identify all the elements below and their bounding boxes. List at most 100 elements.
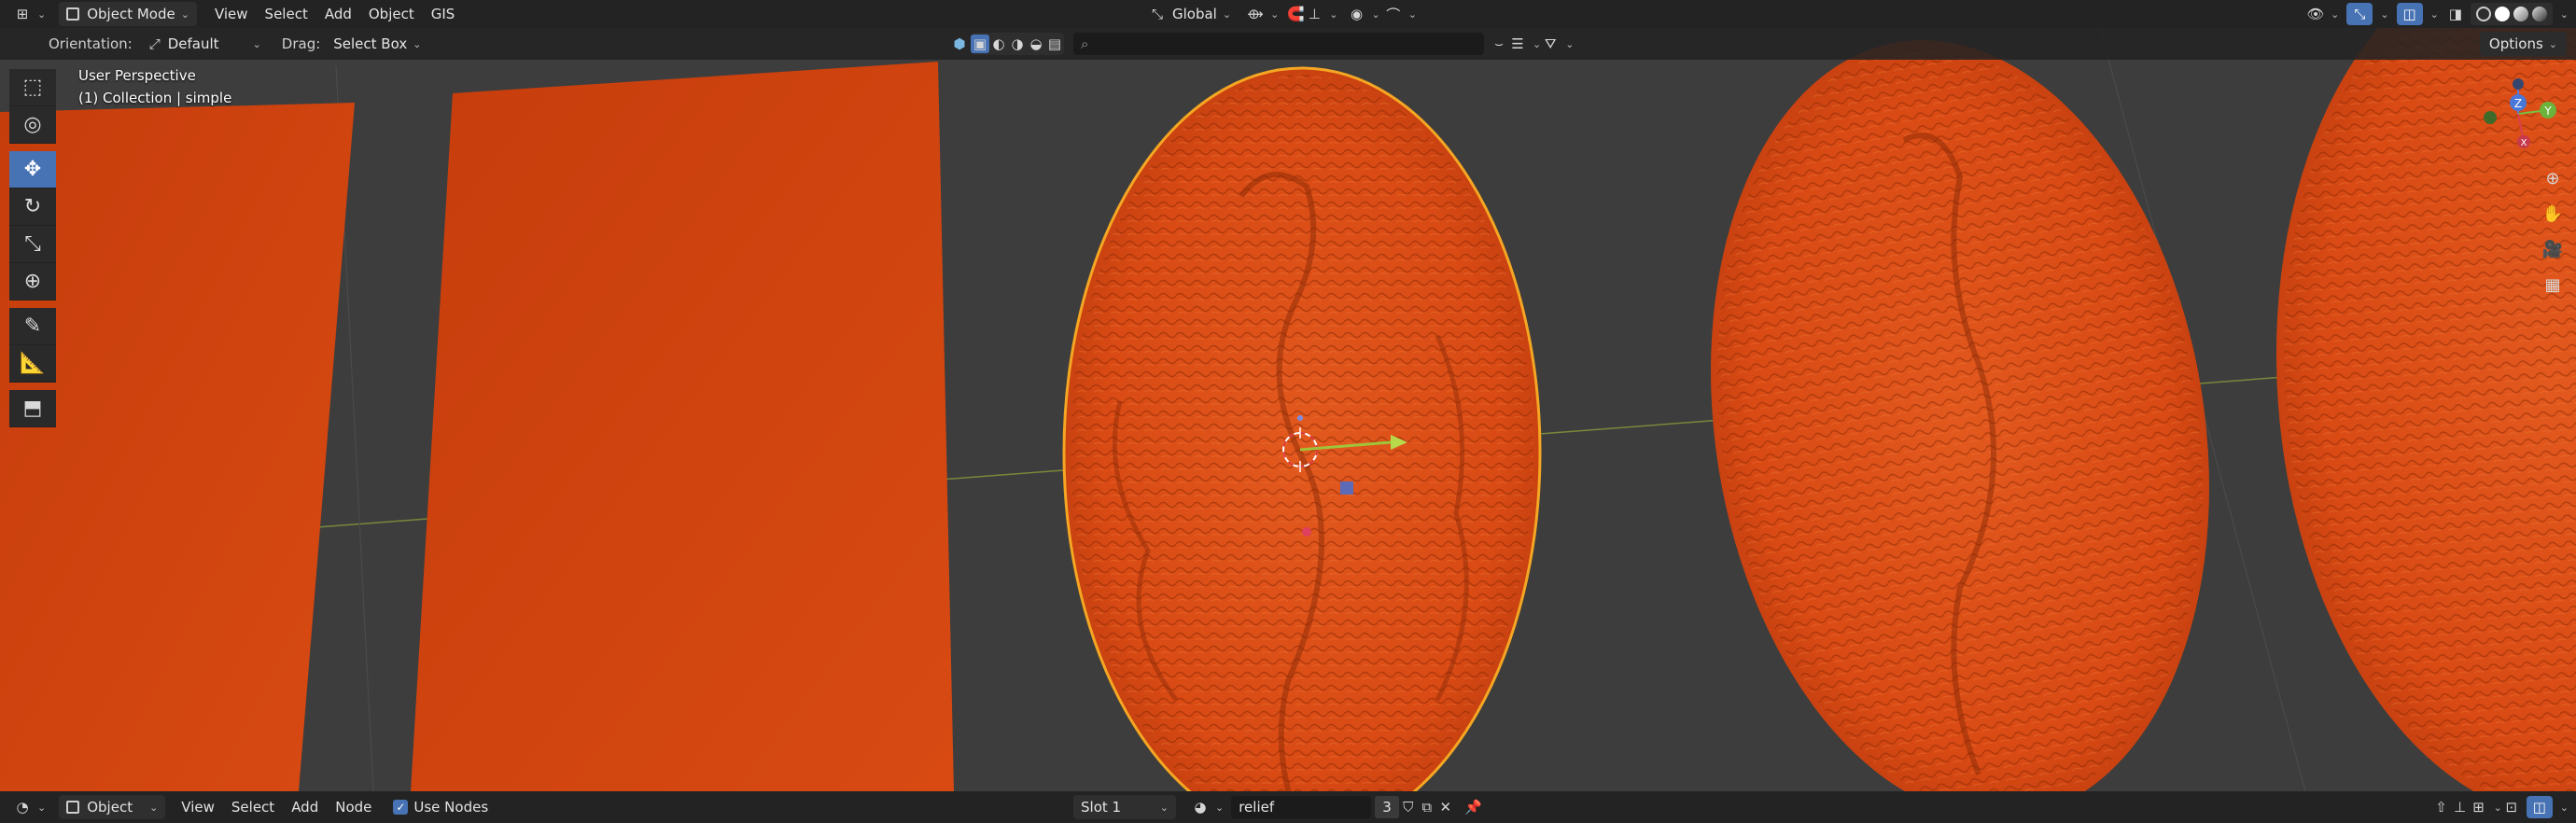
search-icon: ⌕ — [1081, 35, 1089, 52]
mode-dropdown[interactable]: Object Mode ⌄ — [59, 2, 197, 26]
gizmo-icon: ⤡ — [2354, 6, 2366, 22]
move-icon: ✥ — [23, 158, 42, 181]
cursor-icon: ◎ — [23, 113, 42, 136]
relief-medallion-selected[interactable] — [1062, 66, 1542, 791]
solid-shading-icon[interactable] — [2494, 7, 2510, 21]
menu-view[interactable]: View — [206, 2, 257, 26]
move-tool[interactable]: ✥ — [9, 151, 56, 188]
checkmark-icon: ✓ — [393, 800, 409, 815]
measure-tool[interactable]: 📐 — [9, 345, 56, 383]
navigation-gizmo[interactable]: Z Y X — [2462, 65, 2565, 159]
chevron-down-icon: ⌄ — [1533, 37, 1542, 50]
filter-icon[interactable]: ⛛ — [1541, 35, 1560, 53]
active-collection-label: (1) Collection | simple — [78, 90, 232, 106]
zoom-view-button[interactable]: ⊕ — [2539, 164, 2567, 192]
camera-view-button[interactable]: 🎥 — [2539, 235, 2567, 263]
select-box-icon: ⬚ — [22, 76, 43, 99]
menu-object[interactable]: Object — [360, 2, 423, 26]
overlays-toggle[interactable]: ◫ — [2396, 3, 2423, 25]
search-input[interactable]: ⌕ — [1073, 33, 1484, 55]
editor-type-button[interactable]: ⊞ ⌄ — [6, 2, 53, 26]
bottom-editor-type-button[interactable]: ◔ ⌄ — [6, 795, 53, 819]
shader-type-dropdown[interactable]: Object ⌄ — [59, 795, 166, 819]
cursor-tool[interactable]: ◎ — [9, 106, 56, 144]
bottom-menu-select[interactable]: Select — [223, 795, 283, 819]
material-name-field[interactable]: relief — [1231, 796, 1372, 818]
sort-icon[interactable]: ☰ — [1508, 35, 1527, 53]
snapping-icon[interactable]: ⊥ — [2451, 798, 2470, 816]
menu-gis[interactable]: GIS — [423, 2, 464, 26]
hand-icon: ✋ — [2541, 203, 2564, 224]
drag-value: Select Box — [333, 35, 408, 52]
menu-add[interactable]: Add — [316, 2, 360, 26]
tool-settings-bar: Orientation: ⤢ Default ⌄ Drag: Select Bo… — [0, 28, 2576, 60]
select-box-tool[interactable]: ⬚ — [9, 69, 56, 106]
annotate-tool[interactable]: ✎ — [9, 308, 56, 345]
orientation-dropdown[interactable]: ⤢ Default ⌄ — [138, 33, 269, 55]
transform-tool[interactable]: ⊕ — [9, 263, 56, 300]
parent-node-icon[interactable]: ⇧ — [2432, 798, 2451, 816]
material-shading-icon[interactable] — [2513, 7, 2528, 21]
zoom-icon: ⊕ — [2545, 168, 2560, 188]
preview-icon[interactable]: ⊡ — [2502, 798, 2521, 816]
chevron-down-icon: ⌄ — [252, 37, 261, 50]
close-icon[interactable]: ✕ — [1436, 798, 1455, 816]
mode-label: Object Mode — [87, 6, 175, 22]
duplicate-material-icon[interactable]: ⧉ — [1418, 798, 1436, 816]
shader-type-value: Object — [87, 799, 133, 816]
3d-viewport[interactable]: User Perspective (1) Collection | simple… — [0, 28, 2576, 791]
rotate-tool[interactable]: ↻ — [9, 188, 56, 226]
add-cube-tool[interactable]: ⬒ — [9, 390, 56, 427]
user-count[interactable]: 3 — [1375, 796, 1399, 818]
pivot-point-dropdown[interactable]: ⟴ ⌄ — [1239, 2, 1286, 26]
bottom-menu-node[interactable]: Node — [327, 795, 380, 819]
transform-orientation-dropdown[interactable]: ⤡ Global ⌄ — [1141, 2, 1239, 26]
fake-user-icon[interactable]: ⛉ — [1399, 798, 1418, 816]
select-mode-icon[interactable]: ▣ — [971, 35, 989, 53]
toggle-ortho-button[interactable]: ▦ — [2539, 271, 2567, 299]
xray-icon[interactable]: ◨ — [2446, 5, 2465, 23]
falloff-icon[interactable]: ⌒ — [1384, 5, 1403, 23]
overlays-toggle-bottom[interactable]: ◫ — [2526, 796, 2553, 818]
bottom-menu-view[interactable]: View — [173, 795, 223, 819]
scale-tool[interactable]: ⤡ — [9, 226, 56, 263]
rendered-shading-icon[interactable] — [2531, 7, 2547, 21]
chevron-down-icon: ⌄ — [1371, 7, 1380, 21]
filter-sphere-icon[interactable]: ◑ — [1008, 35, 1027, 53]
proportional-edit-icon[interactable]: ◉ — [1348, 5, 1366, 23]
use-nodes-checkbox[interactable]: ✓ Use Nodes — [385, 795, 496, 819]
pin-icon[interactable]: 📌 — [1464, 798, 1483, 816]
chevron-down-icon: ⌄ — [1222, 7, 1232, 21]
pan-view-button[interactable]: ✋ — [2539, 200, 2567, 228]
relief-medallion-2[interactable] — [1658, 28, 2263, 791]
chevron-down-icon: ⌄ — [149, 801, 159, 814]
viewport-scene — [0, 28, 2576, 791]
options-dropdown[interactable]: Options ⌄ — [2479, 32, 2567, 56]
visibility-icon[interactable]: 👁 — [2306, 5, 2325, 23]
display-mode-icon[interactable]: ⌣ — [1490, 35, 1508, 53]
chevron-down-icon: ⌄ — [1270, 7, 1280, 21]
object-mode-icon — [66, 7, 80, 21]
filter-camera-icon[interactable]: ▤ — [1045, 35, 1064, 53]
snap-icon[interactable]: ⊞ — [2470, 798, 2488, 816]
filter-solid-icon[interactable]: ◐ — [989, 35, 1008, 53]
snap-toggle-icon[interactable]: 🧲 — [1286, 5, 1305, 23]
transform-icon: ⊕ — [23, 270, 42, 293]
object-types-icon[interactable]: ⬢ — [950, 35, 969, 53]
menu-select[interactable]: Select — [257, 2, 316, 26]
plane-2[interactable] — [411, 62, 954, 791]
gizmo-toggle[interactable]: ⤡ — [2346, 3, 2373, 25]
z-axis-label: Z — [2514, 97, 2522, 110]
material-slot-dropdown[interactable]: Slot 1 ⌄ — [1073, 795, 1176, 819]
tool-shelf: ⬚ ◎ ✥ ↻ ⤡ ⊕ ✎ 📐 ⬒ — [9, 69, 58, 427]
drag-dropdown[interactable]: Select Box ⌄ — [326, 33, 428, 55]
snap-target-icon[interactable]: ⊥ — [1305, 5, 1323, 23]
wireframe-shading-icon[interactable] — [2475, 7, 2491, 21]
chevron-down-icon: ⌄ — [1565, 37, 1575, 50]
overlays-icon: ◫ — [2402, 6, 2416, 22]
pivot-icon: ⟴ — [1247, 6, 1264, 22]
browse-material-button[interactable]: ◕ ⌄ — [1183, 795, 1231, 819]
filter-light-icon[interactable]: ◒ — [1027, 35, 1045, 53]
bottom-menu-add[interactable]: Add — [283, 795, 327, 819]
pencil-icon: ✎ — [23, 314, 42, 338]
